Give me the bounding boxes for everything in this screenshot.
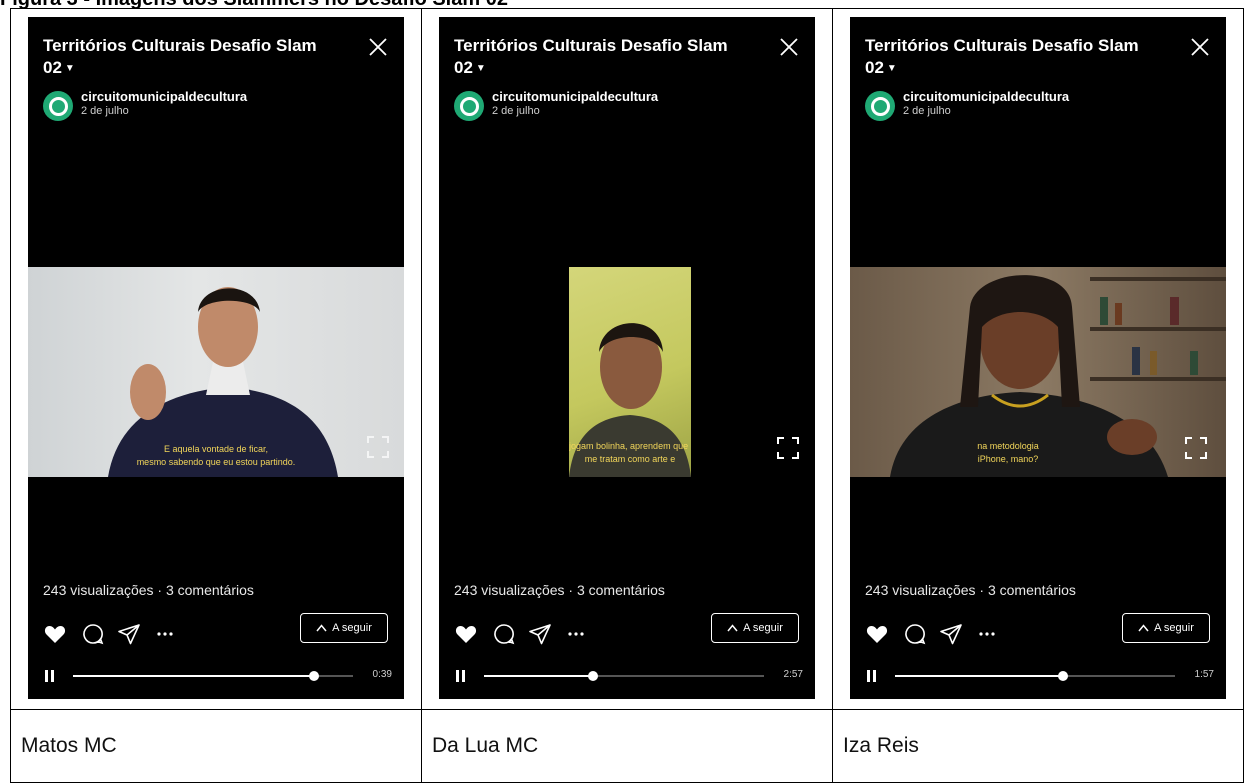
caption-cell: Iza Reis bbox=[832, 709, 1244, 783]
progress-thumb[interactable] bbox=[308, 671, 319, 681]
progress-thumb[interactable] bbox=[1058, 671, 1068, 681]
next-button[interactable]: A seguir bbox=[300, 613, 388, 643]
slammer-name: Da Lua MC bbox=[432, 734, 539, 757]
comment-icon[interactable] bbox=[903, 622, 927, 646]
progress-track[interactable] bbox=[895, 671, 1175, 681]
video-screenshot: Territórios Culturais Desafio Slam 02 ▼ c… bbox=[28, 17, 404, 699]
chevron-up-icon bbox=[1138, 624, 1149, 632]
progress-fill bbox=[484, 675, 594, 677]
caret-down-icon[interactable]: ▼ bbox=[65, 63, 75, 74]
action-bar: A seguir bbox=[865, 613, 1210, 648]
more-icon[interactable] bbox=[975, 622, 999, 646]
comment-icon[interactable] bbox=[81, 622, 105, 646]
fullscreen-icon[interactable] bbox=[776, 436, 800, 460]
action-bar: A seguir bbox=[454, 613, 799, 648]
close-icon[interactable] bbox=[779, 37, 799, 57]
caret-down-icon[interactable]: ▼ bbox=[887, 63, 897, 74]
time-remaining: 0:39 bbox=[372, 669, 392, 680]
pause-icon[interactable] bbox=[45, 670, 55, 682]
pause-icon[interactable] bbox=[456, 670, 466, 682]
post-date: 2 de julho bbox=[903, 105, 951, 117]
video-screenshot: Territórios Culturais Desafio Slam 02 ▼ c… bbox=[439, 17, 815, 699]
fullscreen-icon[interactable] bbox=[366, 435, 390, 459]
more-icon[interactable] bbox=[153, 622, 177, 646]
figure-title: Figura 3 - Imagens dos Slammers no Desaf… bbox=[0, 0, 1244, 8]
account-name[interactable]: circuitomunicipaldecultura bbox=[81, 89, 247, 104]
slammer-name: Iza Reis bbox=[843, 734, 919, 757]
slammer-name: Matos MC bbox=[21, 734, 117, 757]
share-icon[interactable] bbox=[117, 622, 141, 646]
chevron-up-icon bbox=[727, 624, 738, 632]
progress-track[interactable] bbox=[73, 671, 353, 681]
video-screenshot: Territórios Culturais Desafio Slam 02 ▼ c… bbox=[850, 17, 1226, 699]
heart-icon[interactable] bbox=[865, 622, 889, 646]
figure-table: Territórios Culturais Desafio Slam 02 ▼ c… bbox=[10, 8, 1244, 783]
progress-fill bbox=[73, 675, 314, 677]
next-button[interactable]: A seguir bbox=[711, 613, 799, 643]
fullscreen-icon[interactable] bbox=[1184, 436, 1208, 460]
heart-icon[interactable] bbox=[454, 622, 478, 646]
more-icon[interactable] bbox=[564, 622, 588, 646]
pause-icon[interactable] bbox=[867, 670, 877, 682]
time-remaining: 1:57 bbox=[1194, 669, 1214, 680]
chevron-up-icon bbox=[316, 624, 327, 632]
video-subtitle: E aquela vontade de ficar, mesmo sabendo… bbox=[136, 444, 296, 467]
share-icon[interactable] bbox=[939, 622, 963, 646]
view-stats: 243 visualizações · 3 comentários bbox=[43, 582, 254, 598]
close-icon[interactable] bbox=[368, 37, 388, 57]
progress-track[interactable] bbox=[484, 671, 764, 681]
cell-iza-reis: Territórios Culturais Desafio Slam 02 ▼ c… bbox=[832, 8, 1244, 710]
video-frame[interactable]: E aquela vontade de ficar, mesmo sabendo… bbox=[28, 267, 404, 477]
progress-fill bbox=[895, 675, 1063, 677]
progress-thumb[interactable] bbox=[588, 671, 599, 681]
video-frame[interactable]: jogam bolinha, aprendem que é me tratam … bbox=[569, 267, 691, 477]
cell-matos: Territórios Culturais Desafio Slam 02 ▼ c… bbox=[10, 8, 422, 710]
caret-down-icon[interactable]: ▼ bbox=[476, 63, 486, 74]
video-frame[interactable]: na metodologia iPhone, mano? bbox=[850, 267, 1226, 477]
heart-icon[interactable] bbox=[43, 622, 67, 646]
account-name[interactable]: circuitomunicipaldecultura bbox=[492, 89, 658, 104]
avatar[interactable] bbox=[454, 91, 484, 121]
video-title[interactable]: Territórios Culturais Desafio Slam 02 ▼ bbox=[454, 35, 764, 80]
time-remaining: 2:57 bbox=[783, 669, 803, 680]
caption-cell: Da Lua MC bbox=[421, 709, 833, 783]
post-date: 2 de julho bbox=[492, 105, 540, 117]
cell-da-lua: Territórios Culturais Desafio Slam 02 ▼ c… bbox=[421, 8, 833, 710]
avatar[interactable] bbox=[43, 91, 73, 121]
view-stats: 243 visualizações · 3 comentários bbox=[454, 582, 665, 598]
view-stats: 243 visualizações · 3 comentários bbox=[865, 582, 1076, 598]
share-icon[interactable] bbox=[528, 622, 552, 646]
video-title[interactable]: Territórios Culturais Desafio Slam 02 ▼ bbox=[865, 35, 1175, 80]
action-bar: A seguir bbox=[43, 613, 388, 648]
account-name[interactable]: circuitomunicipaldecultura bbox=[903, 89, 1069, 104]
avatar[interactable] bbox=[865, 91, 895, 121]
comment-icon[interactable] bbox=[492, 622, 516, 646]
video-subtitle: jogam bolinha, aprendem que é me tratam … bbox=[569, 441, 691, 464]
caption-cell: Matos MC bbox=[10, 709, 422, 783]
next-button[interactable]: A seguir bbox=[1122, 613, 1210, 643]
post-date: 2 de julho bbox=[81, 105, 129, 117]
close-icon[interactable] bbox=[1190, 37, 1210, 57]
video-title[interactable]: Territórios Culturais Desafio Slam 02 ▼ bbox=[43, 35, 353, 80]
video-subtitle: na metodologia iPhone, mano? bbox=[977, 441, 1039, 464]
